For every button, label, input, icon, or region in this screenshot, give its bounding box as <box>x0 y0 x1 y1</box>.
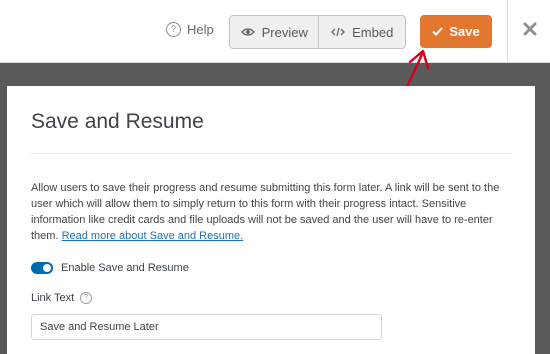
question-circle-icon[interactable]: ? <box>80 292 93 304</box>
embed-label: Embed <box>352 24 394 40</box>
builder-toolbar: ? Help Preview Embed Save <box>0 0 550 63</box>
checkmark-icon <box>432 24 444 39</box>
eye-icon <box>240 25 255 40</box>
enable-save-resume-toggle[interactable] <box>31 262 53 274</box>
link-text-label: Link Text ? <box>31 292 93 304</box>
link-text-input[interactable] <box>31 314 382 340</box>
close-icon <box>523 22 537 41</box>
settings-panel: Save and Resume Allow users to save thei… <box>7 86 535 354</box>
preview-label: Preview <box>261 24 308 40</box>
preview-embed-group: Preview Embed <box>229 15 406 49</box>
enable-save-resume-row: Enable Save and Resume <box>31 262 189 274</box>
link-text-label-text: Link Text <box>31 292 75 304</box>
code-icon <box>331 25 346 40</box>
toggle-knob <box>43 264 51 272</box>
close-button[interactable] <box>507 0 550 62</box>
help-label: Help <box>187 22 214 37</box>
read-more-link[interactable]: Read more about Save and Resume. <box>62 230 244 242</box>
question-circle-icon: ? <box>166 22 181 37</box>
save-label: Save <box>449 24 480 39</box>
preview-button[interactable]: Preview <box>230 16 320 48</box>
help-button[interactable]: ? Help <box>166 22 214 37</box>
panel-description: Allow users to save their progress and r… <box>31 180 516 244</box>
divider <box>31 153 511 154</box>
toggle-label: Enable Save and Resume <box>61 262 189 274</box>
panel-title: Save and Resume <box>31 110 204 133</box>
